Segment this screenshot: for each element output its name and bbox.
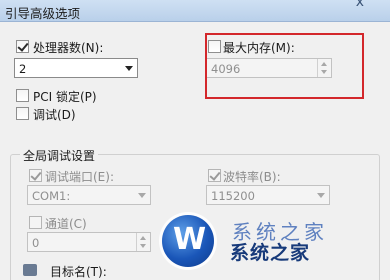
channel-stepper[interactable]: 0 bbox=[27, 232, 151, 252]
highlight-box bbox=[205, 33, 364, 99]
network-icon bbox=[23, 264, 37, 276]
channel-value: 0 bbox=[32, 236, 40, 250]
processors-select[interactable]: 2 bbox=[14, 58, 138, 78]
processors-checkbox[interactable] bbox=[16, 40, 29, 53]
debug-port-value: COM1: bbox=[32, 189, 71, 203]
close-icon[interactable]: x bbox=[356, 0, 364, 10]
debug-label: 调试(D) bbox=[33, 108, 76, 122]
watermark-logo-letter: W bbox=[173, 222, 207, 257]
debug-checkbox[interactable] bbox=[16, 107, 29, 120]
window-title: 引导高级选项 bbox=[5, 6, 81, 21]
global-debug-title: 全局调试设置 bbox=[20, 147, 99, 164]
baud-rate-select[interactable]: 115200 bbox=[206, 185, 330, 205]
chevron-down-icon bbox=[138, 193, 146, 198]
debug-port-select[interactable]: COM1: bbox=[27, 185, 151, 205]
stepper-buttons[interactable] bbox=[136, 233, 150, 251]
channel-label: 通道(C) bbox=[45, 217, 87, 231]
pci-lock-checkbox[interactable] bbox=[16, 89, 29, 102]
processors-label: 处理器数(N): bbox=[33, 41, 104, 55]
stepper-up-icon[interactable] bbox=[140, 236, 146, 240]
pci-lock-label: PCI 锁定(P) bbox=[33, 90, 97, 104]
debug-port-label: 调试端口(E): bbox=[45, 170, 114, 184]
target-name-label: 目标名(T): bbox=[50, 265, 107, 279]
channel-checkbox[interactable] bbox=[29, 216, 42, 229]
chevron-down-icon bbox=[317, 193, 325, 198]
processors-value: 2 bbox=[19, 62, 27, 76]
debug-port-checkbox[interactable] bbox=[29, 169, 42, 182]
baud-rate-checkbox[interactable] bbox=[208, 169, 221, 182]
baud-rate-value: 115200 bbox=[211, 189, 255, 203]
title-bar: 引导高级选项 x bbox=[0, 0, 390, 22]
watermark-brand-text: 系统之家 bbox=[230, 242, 311, 264]
baud-rate-label: 波特率(B): bbox=[223, 170, 281, 184]
stepper-down-icon[interactable] bbox=[140, 244, 146, 248]
chevron-down-icon bbox=[125, 66, 133, 71]
